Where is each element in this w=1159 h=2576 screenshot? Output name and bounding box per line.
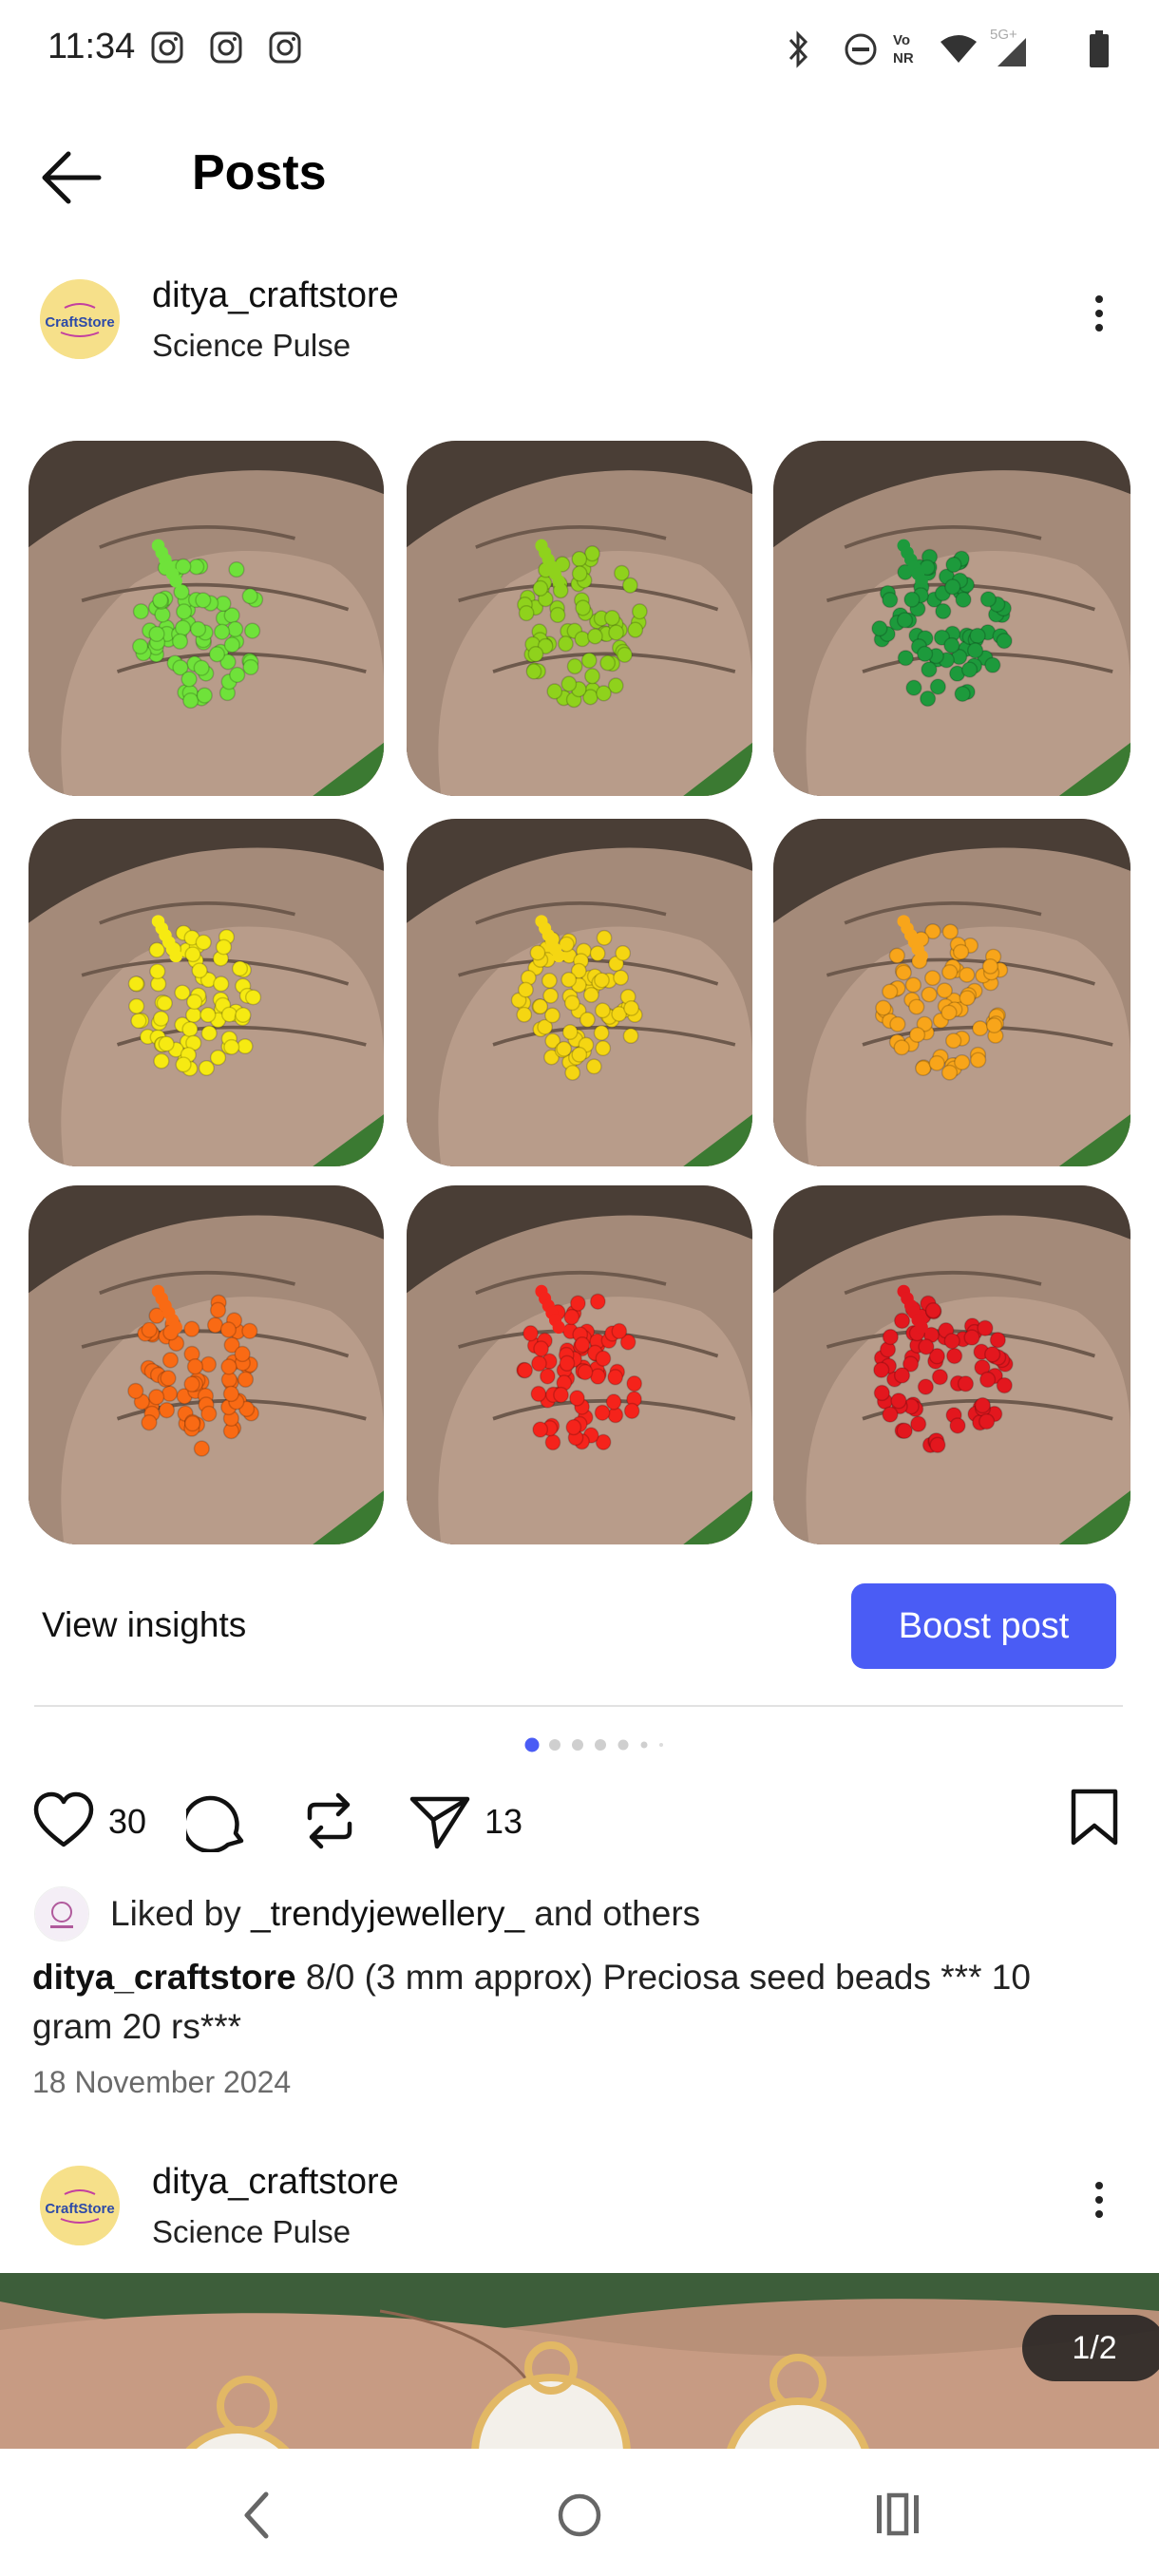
caption-username[interactable]: ditya_craftstore bbox=[32, 1958, 296, 1997]
svg-text:CraftStore: CraftStore bbox=[45, 2201, 114, 2217]
cellular-signal-icon: 5G+ bbox=[990, 27, 1026, 66]
divider bbox=[34, 1705, 1123, 1707]
back-arrow-icon[interactable] bbox=[36, 142, 116, 213]
bookmark-icon[interactable] bbox=[1068, 1788, 1121, 1848]
image-page-indicator: 1/2 bbox=[1022, 2315, 1159, 2381]
avatar[interactable]: CraftStore bbox=[40, 2166, 120, 2245]
post-subtitle[interactable]: Science Pulse bbox=[152, 2214, 351, 2250]
carousel-dots bbox=[524, 1737, 676, 1752]
instagram-notification-icon bbox=[151, 31, 183, 64]
liked-by-text[interactable]: Liked by _trendyjewellery_ and others bbox=[110, 1894, 700, 1934]
instagram-notification-icon bbox=[210, 31, 242, 64]
svg-text:5G+: 5G+ bbox=[990, 27, 1017, 43]
nav-recents-icon[interactable] bbox=[874, 2492, 922, 2536]
post-username[interactable]: ditya_craftstore bbox=[152, 2162, 399, 2203]
view-insights-link[interactable]: View insights bbox=[42, 1605, 246, 1645]
boost-post-button[interactable]: Boost post bbox=[851, 1583, 1116, 1669]
volte-nr-icon: Vo NR bbox=[893, 32, 914, 66]
likes-count: 30 bbox=[108, 1802, 147, 1841]
post-caption[interactable]: ditya_craftstore 8/0 (3 mm approx) Preci… bbox=[32, 1953, 1106, 2052]
bead-photo-tile[interactable] bbox=[773, 1185, 1130, 1544]
more-options-icon[interactable] bbox=[1085, 289, 1113, 346]
do-not-disturb-icon bbox=[845, 33, 877, 66]
svg-text:NR: NR bbox=[893, 50, 914, 66]
bluetooth-icon bbox=[788, 30, 808, 68]
post-image[interactable] bbox=[0, 2273, 1159, 2449]
bead-photo-tile[interactable] bbox=[407, 1185, 752, 1544]
nav-back-icon[interactable] bbox=[239, 2489, 274, 2542]
svg-text:CraftStore: CraftStore bbox=[45, 314, 114, 331]
svg-text:Vo: Vo bbox=[893, 32, 910, 48]
bead-photo-tile[interactable] bbox=[773, 819, 1130, 1166]
battery-icon bbox=[1090, 30, 1109, 67]
liker-avatar[interactable] bbox=[34, 1886, 89, 1941]
status-bar: 11:34 Vo NR 5G+ bbox=[0, 0, 1159, 99]
status-time: 11:34 bbox=[48, 27, 136, 66]
post-subtitle[interactable]: Science Pulse bbox=[152, 328, 351, 364]
post-username[interactable]: ditya_craftstore bbox=[152, 275, 399, 316]
liked-by-suffix: and others bbox=[524, 1894, 701, 1933]
nav-home-icon[interactable] bbox=[557, 2492, 602, 2538]
post-date: 18 November 2024 bbox=[32, 2065, 292, 2099]
bead-photo-tile[interactable] bbox=[407, 819, 752, 1166]
bead-photo-tile[interactable] bbox=[28, 441, 384, 796]
share-send-icon[interactable] bbox=[408, 1791, 471, 1850]
like-heart-icon[interactable] bbox=[32, 1790, 95, 1849]
bead-photo-tile[interactable] bbox=[28, 819, 384, 1166]
comment-icon[interactable] bbox=[186, 1790, 249, 1852]
avatar[interactable]: CraftStore bbox=[40, 279, 120, 359]
more-options-icon[interactable] bbox=[1085, 2175, 1113, 2232]
wifi-icon bbox=[940, 35, 977, 63]
liked-by-user[interactable]: _trendyjewellery_ bbox=[251, 1894, 524, 1933]
shares-count: 13 bbox=[484, 1802, 523, 1841]
craftstore-logo: CraftStore bbox=[40, 2166, 120, 2245]
repost-icon[interactable] bbox=[302, 1790, 357, 1852]
instagram-notification-icon bbox=[269, 31, 301, 64]
bead-photo-tile[interactable] bbox=[407, 441, 752, 796]
system-navigation-bar bbox=[0, 2449, 1159, 2576]
liked-by-prefix: Liked by bbox=[110, 1894, 252, 1933]
bead-photo-tile[interactable] bbox=[28, 1185, 384, 1544]
bead-photo-tile[interactable] bbox=[773, 441, 1130, 796]
page-title: Posts bbox=[192, 145, 327, 200]
craftstore-logo: CraftStore bbox=[40, 279, 120, 359]
